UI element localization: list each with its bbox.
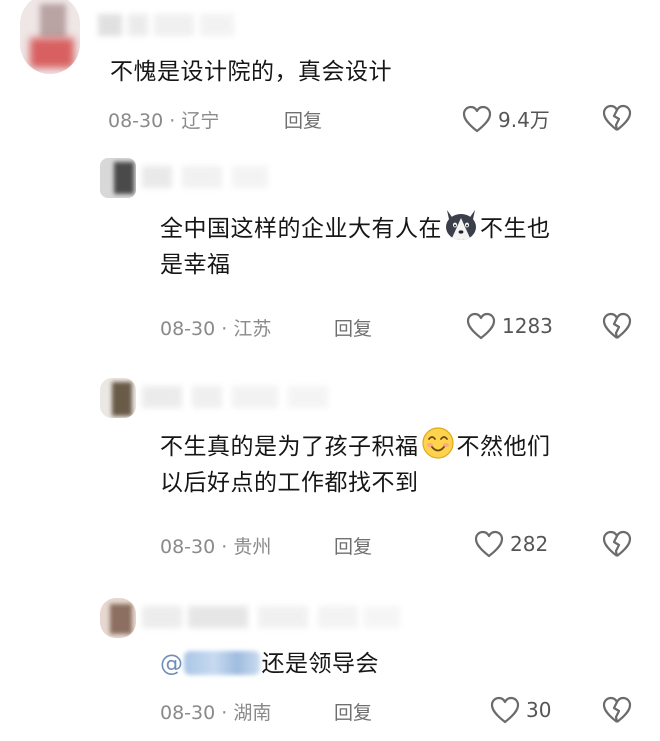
like-button[interactable]: 1283 — [466, 312, 553, 340]
comment-location: 江苏 — [233, 318, 272, 340]
comment-text-line: 不然他们 — [456, 434, 551, 460]
like-button[interactable]: 9.4万 — [462, 104, 550, 133]
comment-2: 全中国这样的企业大有人在 不生也 是幸福 08-30 · 江苏 回复 1283 — [0, 150, 660, 360]
avatar[interactable] — [100, 378, 136, 418]
comment-meta: 08-30 · 湖南 — [160, 698, 271, 725]
comment-meta: 08-30 · 江苏 — [160, 314, 271, 341]
comment-text-line: 全中国这样的企业大有人在 — [160, 216, 442, 242]
reply-button[interactable]: 回复 — [284, 106, 322, 133]
comment-date: 08-30 — [160, 536, 216, 558]
comment-date: 08-30 — [160, 702, 216, 724]
comment-text: 全中国这样的企业大有人在 不生也 是幸福 — [160, 208, 551, 283]
comment-1: 不愧是设计院的，真会设计 08-30 · 辽宁 回复 9.4万 — [0, 0, 660, 150]
comment-text-line: 不生真的是为了孩子积福 — [160, 434, 419, 460]
avatar[interactable] — [20, 0, 80, 74]
comment-text-line: 不愧是设计院的，真会设计 — [110, 59, 392, 85]
mention-username-blurred[interactable] — [183, 651, 260, 675]
comment-text-line: 不生也 — [480, 216, 551, 242]
comment-text-line: 以后好点的工作都找不到 — [160, 470, 419, 496]
mention-at[interactable]: @ — [160, 651, 184, 677]
avatar[interactable] — [100, 598, 136, 638]
comment-location: 湖南 — [233, 702, 272, 724]
comment-location: 辽宁 — [181, 110, 220, 132]
like-count: 30 — [526, 698, 552, 722]
meta-separator: · — [169, 110, 176, 132]
like-count: 282 — [510, 532, 549, 556]
meta-separator: · — [221, 702, 228, 724]
reply-button[interactable]: 回复 — [334, 314, 372, 341]
smiling-face-emoji — [421, 426, 455, 460]
comment-text-line: 还是领导会 — [261, 651, 379, 677]
comment-location: 贵州 — [233, 536, 272, 558]
reply-button[interactable]: 回复 — [334, 698, 372, 725]
heart-outline-icon — [466, 312, 496, 340]
comment-meta: 08-30 · 辽宁 — [108, 106, 219, 133]
heart-outline-icon — [474, 530, 504, 558]
comment-meta: 08-30 · 贵州 — [160, 532, 271, 559]
dislike-button[interactable] — [602, 696, 632, 724]
username-blurred[interactable] — [142, 386, 332, 408]
avatar[interactable] — [100, 158, 136, 198]
comment-date: 08-30 — [160, 318, 216, 340]
husky-dog-emoji — [444, 208, 478, 242]
meta-separator: · — [221, 536, 228, 558]
like-button[interactable]: 282 — [474, 530, 548, 558]
dislike-button[interactable] — [602, 312, 632, 340]
comment-date: 08-30 — [108, 110, 164, 132]
username-blurred[interactable] — [98, 14, 238, 36]
meta-separator: · — [221, 318, 228, 340]
broken-heart-icon — [602, 104, 632, 132]
broken-heart-icon — [602, 530, 632, 558]
comment-4: @ 还是领导会 08-30 · 湖南 回复 30 — [0, 590, 660, 741]
comment-text: 不愧是设计院的，真会设计 — [110, 54, 392, 90]
comment-text: @ 还是领导会 — [160, 646, 379, 682]
like-count: 1283 — [502, 314, 553, 338]
username-blurred[interactable] — [142, 606, 402, 628]
dislike-button[interactable] — [602, 530, 632, 558]
like-count: 9.4万 — [498, 108, 550, 132]
heart-outline-icon — [490, 696, 520, 724]
username-blurred[interactable] — [142, 166, 272, 188]
dislike-button[interactable] — [602, 104, 632, 132]
like-button[interactable]: 30 — [490, 696, 551, 724]
broken-heart-icon — [602, 312, 632, 340]
reply-button[interactable]: 回复 — [334, 532, 372, 559]
heart-outline-icon — [462, 105, 492, 133]
comment-text-line: 是幸福 — [160, 252, 231, 278]
comment-text: 不生真的是为了孩子积福 不然他们 以后好点的工作都找不到 — [160, 426, 551, 501]
comment-3: 不生真的是为了孩子积福 不然他们 以后好点的工作都找不到 08-30 · 贵州 回… — [0, 370, 660, 580]
broken-heart-icon — [602, 696, 632, 724]
